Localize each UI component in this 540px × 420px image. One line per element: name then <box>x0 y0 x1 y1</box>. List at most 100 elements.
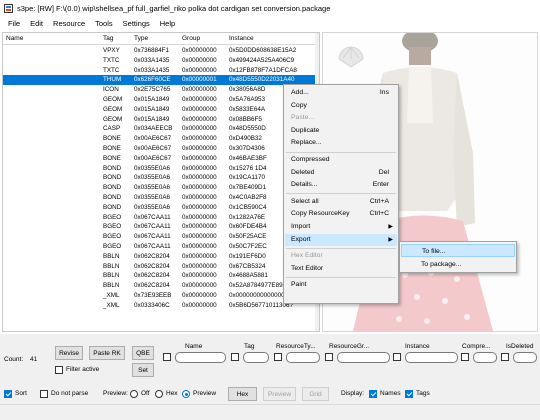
table-row[interactable]: BGEO 0x067CAA11 0x00000000 0x50C7F2EC <box>3 242 319 252</box>
preview-preview-radio[interactable] <box>182 390 190 398</box>
grid-button[interactable]: Grid <box>302 387 329 401</box>
table-row[interactable]: TXTC 0x033A1435 0x00000000 0x499424A525A406… <box>3 56 319 66</box>
table-row[interactable]: ICON 0x2E75C765 0x00000000 0x38056A8D <box>3 85 319 95</box>
context-menu-item-replace[interactable]: Replace... <box>285 137 397 149</box>
table-row[interactable]: VPXY 0x736884F1 0x00000000 0x5D0DD608638E15… <box>3 46 319 56</box>
context-menu-item-label: Details... <box>291 181 318 189</box>
column-header-name[interactable]: Name <box>6 35 23 42</box>
preview-off-radio[interactable] <box>130 390 138 398</box>
context-menu-item-add[interactable]: Add... Ins <box>285 87 397 99</box>
context-menu-item-select-all[interactable]: Select all Ctrl+A <box>285 196 397 208</box>
menu-help[interactable]: Help <box>156 19 181 28</box>
table-row[interactable]: BGEO 0x067CAA11 0x00000000 0x1282A76E <box>3 213 319 223</box>
table-row[interactable]: BOND 0x0355E0A6 0x00000000 0x7BE409D1 <box>3 183 319 193</box>
table-row[interactable]: BGEO 0x067CAA11 0x00000000 0x60FDE4B4 <box>3 222 319 232</box>
table-row[interactable]: BOND 0x0355E0A6 0x00000000 0x19CA1170 <box>3 173 319 183</box>
filter-instance-input[interactable] <box>405 352 458 363</box>
context-menu-item-import[interactable]: Import ▶ <box>285 221 397 233</box>
table-row[interactable]: _XML 0x0333406C 0x00000000 0x5B6D5677101130… <box>3 301 319 311</box>
filter-group-checkbox[interactable] <box>325 353 333 361</box>
table-row[interactable]: BBLN 0x062C8204 0x00000000 0x4688A5881 <box>3 271 319 281</box>
table-row[interactable]: _XML 0x73E93EEB 0x00000000 0x00000000000000… <box>3 291 319 301</box>
filter-compressed-checkbox[interactable] <box>461 353 469 361</box>
cell-group: 0x00000000 <box>182 272 217 280</box>
menu-settings[interactable]: Settings <box>119 19 156 28</box>
table-row[interactable]: CASP 0x034AEECB 0x00000000 0x48D5550D <box>3 124 319 134</box>
table-row[interactable]: BBLN 0x062C8204 0x00000000 0x191EF6D0 <box>3 252 319 262</box>
context-menu-item-label: Copy ResourceKey <box>291 210 350 218</box>
table-row[interactable]: BBLN 0x062C8204 0x00000000 0x67CB5324 <box>3 262 319 272</box>
cell-type: 0x062C8204 <box>134 282 170 290</box>
filter-group-input[interactable] <box>337 352 390 363</box>
filter-name-checkbox[interactable] <box>163 353 171 361</box>
sort-checkbox[interactable] <box>4 390 12 398</box>
preview-hex-radio[interactable] <box>155 390 163 398</box>
filter-type-checkbox[interactable] <box>274 353 282 361</box>
filter-active-checkbox[interactable] <box>55 366 63 374</box>
menu-tools[interactable]: Tools <box>91 19 119 28</box>
cell-type: 0x0333406C <box>134 301 170 309</box>
qbe-button[interactable]: QBE <box>132 346 154 360</box>
filter-name-input[interactable] <box>175 352 226 363</box>
context-menu-item-copy-resourcekey[interactable]: Copy ResourceKey Ctrl+C <box>285 208 397 220</box>
names-checkbox[interactable] <box>369 390 377 398</box>
do-not-parse-checkbox[interactable] <box>40 390 48 398</box>
cell-instance: 0x4688A5881 <box>229 272 268 280</box>
filter-tag-checkbox[interactable] <box>231 353 239 361</box>
filter-type-input[interactable] <box>286 352 320 363</box>
revise-button[interactable]: Revise <box>55 346 83 360</box>
filter-tag-input[interactable] <box>243 352 269 363</box>
column-header-type[interactable]: Type <box>134 35 148 42</box>
table-row[interactable]: GEOM 0x015A1849 0x00000000 0x5A76A953 <box>3 95 319 105</box>
filter-isdeleted-checkbox[interactable] <box>501 353 509 361</box>
table-row[interactable]: BOND 0x0355E0A6 0x00000000 0x4C0AB2F8 <box>3 193 319 203</box>
table-row[interactable]: BONE 0x00AE6C67 0x00000000 0x307D4306 <box>3 144 319 154</box>
context-menu-item-paint[interactable]: Paint <box>285 279 397 291</box>
column-header-group[interactable]: Group <box>182 35 200 42</box>
context-menu-item-paste[interactable]: Paste... <box>285 112 397 124</box>
column-header-instance[interactable]: Instance <box>229 35 254 42</box>
display-label: Display: <box>341 390 365 397</box>
context-menu-item-duplicate[interactable]: Duplicate <box>285 125 397 137</box>
table-row[interactable]: BGEO 0x067CAA11 0x00000000 0x50F25ACE <box>3 232 319 242</box>
resource-list[interactable]: Name Tag Type Group Instance VPXY 0x73688… <box>2 32 320 332</box>
context-menu-item-hex-editor[interactable]: Hex Editor <box>285 250 397 262</box>
filter-active-label: Filter active <box>66 366 100 373</box>
context-menu-item-copy[interactable]: Copy <box>285 100 397 112</box>
context-menu-item-label: Paste... <box>291 114 315 122</box>
export-to-file-item[interactable]: To file... <box>401 244 515 257</box>
table-row[interactable]: GEOM 0x015A1849 0x00000000 0x08BB6F5 <box>3 115 319 125</box>
context-menu-item-details[interactable]: Details... Enter <box>285 179 397 191</box>
preview-button[interactable]: Preview <box>263 387 296 401</box>
table-row[interactable]: TXTC 0x033A1435 0x00000000 0x12FB878F7A1DFC… <box>3 66 319 76</box>
resource-list-header: Name Tag Type Group Instance <box>3 33 319 45</box>
menu-edit[interactable]: Edit <box>26 19 49 28</box>
export-to-package-item[interactable]: To package... <box>401 258 515 271</box>
table-row[interactable]: THUM 0x626F60CE 0x00000001 0x48D5550D22031A… <box>3 75 319 86</box>
context-menu-item-deleted[interactable]: Deleted Del <box>285 167 397 179</box>
menu-file[interactable]: File <box>4 19 26 28</box>
hex-button[interactable]: Hex <box>228 387 257 401</box>
table-row[interactable]: BOND 0x0355E0A6 0x00000000 0x1CB590C4 <box>3 203 319 213</box>
cell-type: 0x033A1435 <box>134 56 170 64</box>
filter-instance-checkbox[interactable] <box>393 353 401 361</box>
cell-instance: 0x499424A525A406C9 <box>229 56 295 64</box>
table-row[interactable]: BOND 0x0355E0A6 0x00000000 0x15276 1D4 <box>3 164 319 174</box>
table-row[interactable]: BBLN 0x062C8204 0x00000000 0x52A8784977E89A… <box>3 281 319 291</box>
tags-checkbox[interactable] <box>405 390 413 398</box>
menu-resource[interactable]: Resource <box>49 19 91 28</box>
filter-isdeleted-input[interactable] <box>513 352 537 363</box>
submenu-arrow-icon: ▶ <box>388 236 393 243</box>
context-menu-item-compressed[interactable]: Compressed <box>285 154 397 166</box>
cell-type: 0x034AEECB <box>134 125 173 133</box>
context-menu-item-export[interactable]: Export ▶ <box>285 233 397 246</box>
table-row[interactable]: BONE 0x00AE6C67 0x00000000 0x46BAE3BF <box>3 154 319 164</box>
filter-compressed-input[interactable] <box>473 352 497 363</box>
table-row[interactable]: GEOM 0x015A1849 0x00000000 0x5833E64A <box>3 105 319 115</box>
table-row[interactable]: BONE 0x00AE6C67 0x00000000 0xD490B32 <box>3 134 319 144</box>
cell-instance: 0x50F25ACE <box>229 233 267 241</box>
context-menu-item-text-editor[interactable]: Text Editor <box>285 263 397 275</box>
paste-rk-button[interactable]: Paste RK <box>89 346 125 360</box>
column-header-tag[interactable]: Tag <box>103 35 113 42</box>
set-button[interactable]: Set <box>132 363 154 377</box>
